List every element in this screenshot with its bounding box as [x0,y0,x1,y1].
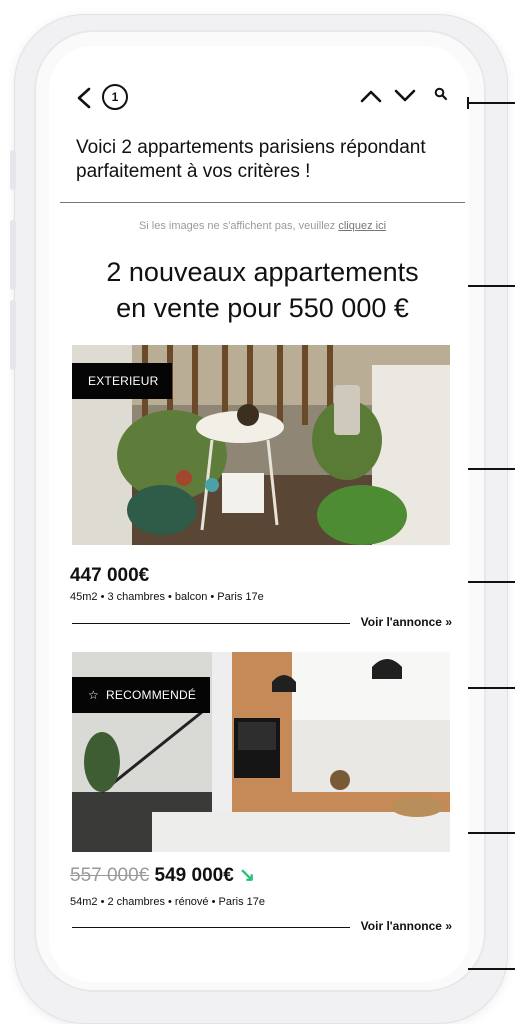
cta-rule [72,623,350,624]
thread-count-badge[interactable]: 1 [102,84,128,110]
search-icon[interactable] [434,87,448,101]
cta-rule [72,927,350,928]
header-divider [60,202,465,203]
chevron-down-icon[interactable] [394,87,416,105]
arrow-down-right-icon: ↘ [239,865,255,886]
mail-header: 1 [72,84,452,112]
annotation-line [468,285,515,287]
annotation-line [468,832,515,834]
fallback-link[interactable]: cliquez ici [338,220,386,232]
listing-details: 45m2 • 3 chambres • balcon • Paris 17e [70,591,264,603]
photo-tag-label: RECOMMENDÉ [106,688,197,702]
chevron-left-icon[interactable] [75,87,93,109]
fallback-text: Si les images ne s'affichent pas, veuill… [138,220,339,232]
headline-line-1: 2 nouveaux appartements [106,257,419,287]
phone-side-button [10,150,16,190]
annotation-line [468,968,515,970]
listing-price: 549 000€ [154,865,234,886]
listing-details: 54m2 • 2 chambres • rénové • Paris 17e [70,896,265,908]
star-icon: ☆ [88,688,99,702]
image-fallback-notice: Si les images ne s'affichent pas, veuill… [60,220,465,232]
photo-tag: EXTERIEUR [72,363,173,399]
phone-side-button [10,300,16,370]
email-headline: 2 nouveaux appartements en vente pour 55… [60,254,465,326]
listing-photo-balcony[interactable]: EXTERIEUR [72,345,450,545]
phone-side-button [10,220,16,290]
photo-tag-label: EXTERIEUR [88,374,159,388]
annotation-line [468,102,515,104]
annotation-line [468,468,515,470]
photo-tag: ☆ RECOMMENDÉ [72,677,211,713]
listing-cta-row: Voir l'annonce » [72,919,452,935]
listing-price: 447 000€ [70,565,150,586]
annotation-line [468,581,515,583]
listing-price-row: 557 000€ 549 000€ ↘ [70,864,255,887]
headline-line-2: en vente pour 550 000 € [116,293,409,323]
listing-photo-kitchen[interactable]: ☆ RECOMMENDÉ [72,652,450,852]
chevron-up-icon[interactable] [360,87,382,105]
email-subject: Voici 2 appartements parisiens répondant… [76,137,426,182]
listing-cta-row: Voir l'annonce » [72,615,452,631]
annotation-line [468,687,515,689]
view-listing-link[interactable]: Voir l'annonce » [361,615,452,629]
old-price: 557 000€ [70,865,150,886]
view-listing-link[interactable]: Voir l'annonce » [361,919,452,933]
